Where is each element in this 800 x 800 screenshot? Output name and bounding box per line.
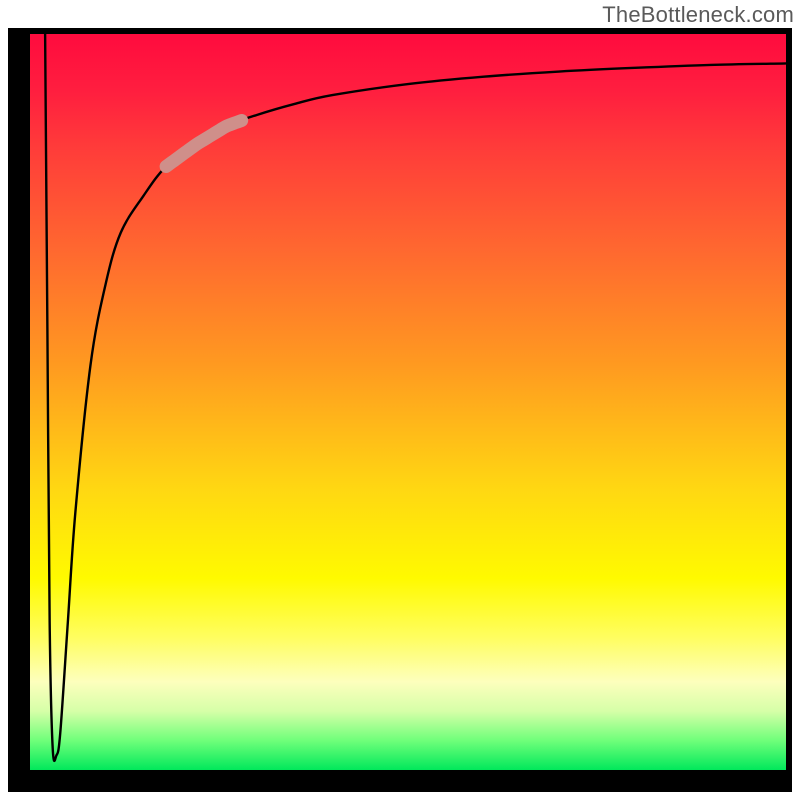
highlight-segment <box>166 120 242 166</box>
main-curve <box>45 34 786 761</box>
watermark-label: TheBottleneck.com <box>602 2 794 28</box>
chart-container: TheBottleneck.com <box>0 0 800 800</box>
plot-area <box>30 34 786 770</box>
curve-layer <box>30 34 786 770</box>
plot-frame <box>8 28 792 792</box>
